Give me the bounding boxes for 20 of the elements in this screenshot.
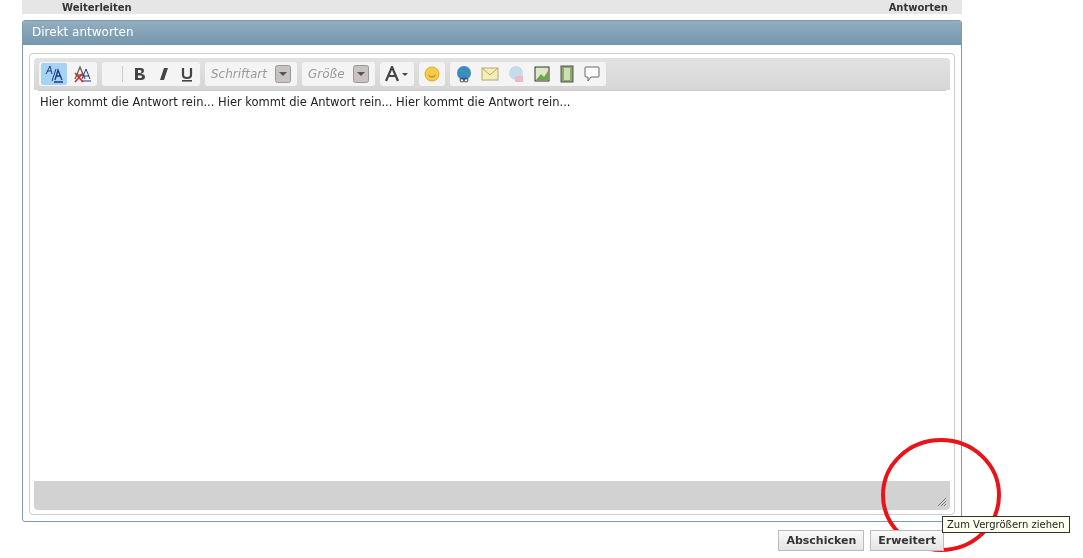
faded-globe-icon <box>506 65 525 83</box>
form-button[interactable]: Erweitert <box>870 530 944 551</box>
film-strip-icon <box>559 65 574 83</box>
clear-format-icon <box>72 65 92 83</box>
reply-link[interactable]: Antworten <box>888 1 948 13</box>
font-color-icon <box>384 66 409 82</box>
forward-link[interactable]: Weiterleiten <box>62 1 132 13</box>
smiley-icon <box>423 66 440 82</box>
envelope-icon <box>480 67 499 81</box>
wysiwyg-button[interactable] <box>41 63 67 85</box>
resize-grip-icon[interactable] <box>935 495 947 507</box>
text-mode-icon <box>44 65 64 83</box>
underline-icon <box>180 66 194 82</box>
panel-title: Direkt antworten <box>23 21 961 45</box>
speech-bubble-icon <box>582 65 601 83</box>
bold-icon <box>132 66 146 82</box>
image-icon <box>532 65 551 83</box>
globe-link-icon <box>454 65 473 83</box>
form-button[interactable]: Abschicken <box>778 530 865 551</box>
tooltip: Zum Vergrößern ziehen <box>942 516 1070 533</box>
